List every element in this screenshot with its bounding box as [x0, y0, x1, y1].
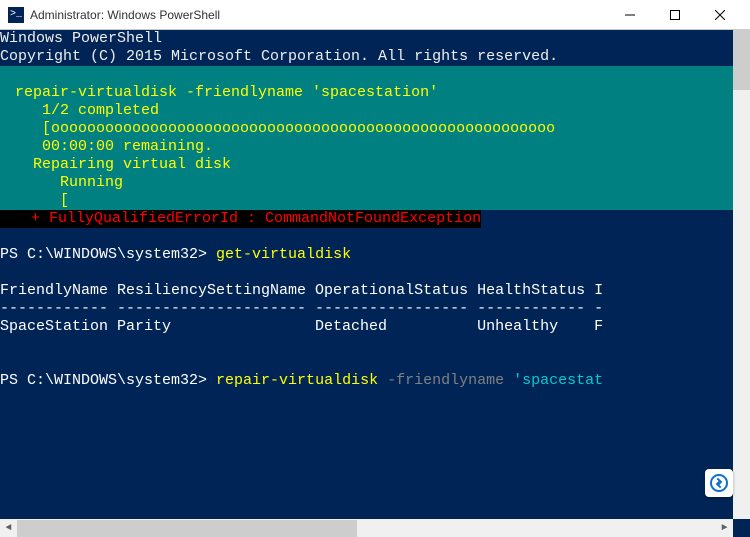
horizontal-scrollbar-thumb[interactable]: [17, 520, 357, 537]
progress-command: repair-virtualdisk -friendlyname 'spaces…: [6, 84, 438, 101]
error-line: + FullyQualifiedErrorId : CommandNotFoun…: [0, 210, 481, 228]
prompt-2-param: -friendlyname: [378, 372, 513, 389]
horizontal-scrollbar-track[interactable]: [17, 520, 716, 537]
table-header: FriendlyName ResiliencySettingName Opera…: [0, 282, 603, 299]
table-divider: ------------ --------------------- -----…: [0, 300, 603, 317]
prompt-1-prefix: PS C:\WINDOWS\system32>: [0, 246, 216, 263]
prompt-2-command: repair-virtualdisk: [216, 372, 378, 389]
progress-action: Repairing virtual disk: [6, 156, 231, 173]
powershell-icon: >_: [8, 7, 24, 23]
vertical-scrollbar-thumb[interactable]: [733, 30, 750, 90]
progress-block: repair-virtualdisk -friendlyname 'spaces…: [0, 66, 733, 210]
prompt-1-command: get-virtualdisk: [216, 246, 351, 263]
scroll-right-arrow[interactable]: ►: [716, 520, 733, 537]
scroll-left-arrow[interactable]: ◄: [0, 520, 17, 537]
minimize-icon: [625, 10, 635, 20]
close-icon: [715, 10, 725, 20]
console-output[interactable]: Windows PowerShell Copyright (C) 2015 Mi…: [0, 30, 733, 519]
window-title: Administrator: Windows PowerShell: [30, 8, 607, 22]
console-wrapper: Windows PowerShell Copyright (C) 2015 Mi…: [0, 30, 750, 537]
progress-remaining: 00:00:00 remaining.: [6, 138, 213, 155]
titlebar: >_ Administrator: Windows PowerShell: [0, 0, 750, 30]
ps-header-2: Copyright (C) 2015 Microsoft Corporation…: [0, 48, 558, 65]
progress-completed: 1/2 completed: [6, 102, 159, 119]
maximize-icon: [670, 10, 680, 20]
minimize-button[interactable]: [607, 0, 652, 29]
vertical-scrollbar[interactable]: [733, 30, 750, 519]
progress-bar: [ooooooooooooooooooooooooooooooooooooooo…: [6, 120, 555, 137]
teamviewer-glyph: [710, 474, 728, 492]
prompt-2-arg: 'spacestat: [513, 372, 603, 389]
progress-bracket: [: [6, 192, 69, 209]
teamviewer-icon[interactable]: [705, 469, 733, 497]
close-button[interactable]: [697, 0, 742, 29]
horizontal-scrollbar[interactable]: ◄ ►: [0, 519, 733, 537]
progress-status: Running: [6, 174, 123, 191]
prompt-2-prefix: PS C:\WINDOWS\system32>: [0, 372, 216, 389]
ps-header-1: Windows PowerShell: [0, 30, 162, 47]
table-row: SpaceStation Parity Detached Unhealthy F: [0, 318, 603, 335]
window-controls: [607, 0, 742, 29]
maximize-button[interactable]: [652, 0, 697, 29]
